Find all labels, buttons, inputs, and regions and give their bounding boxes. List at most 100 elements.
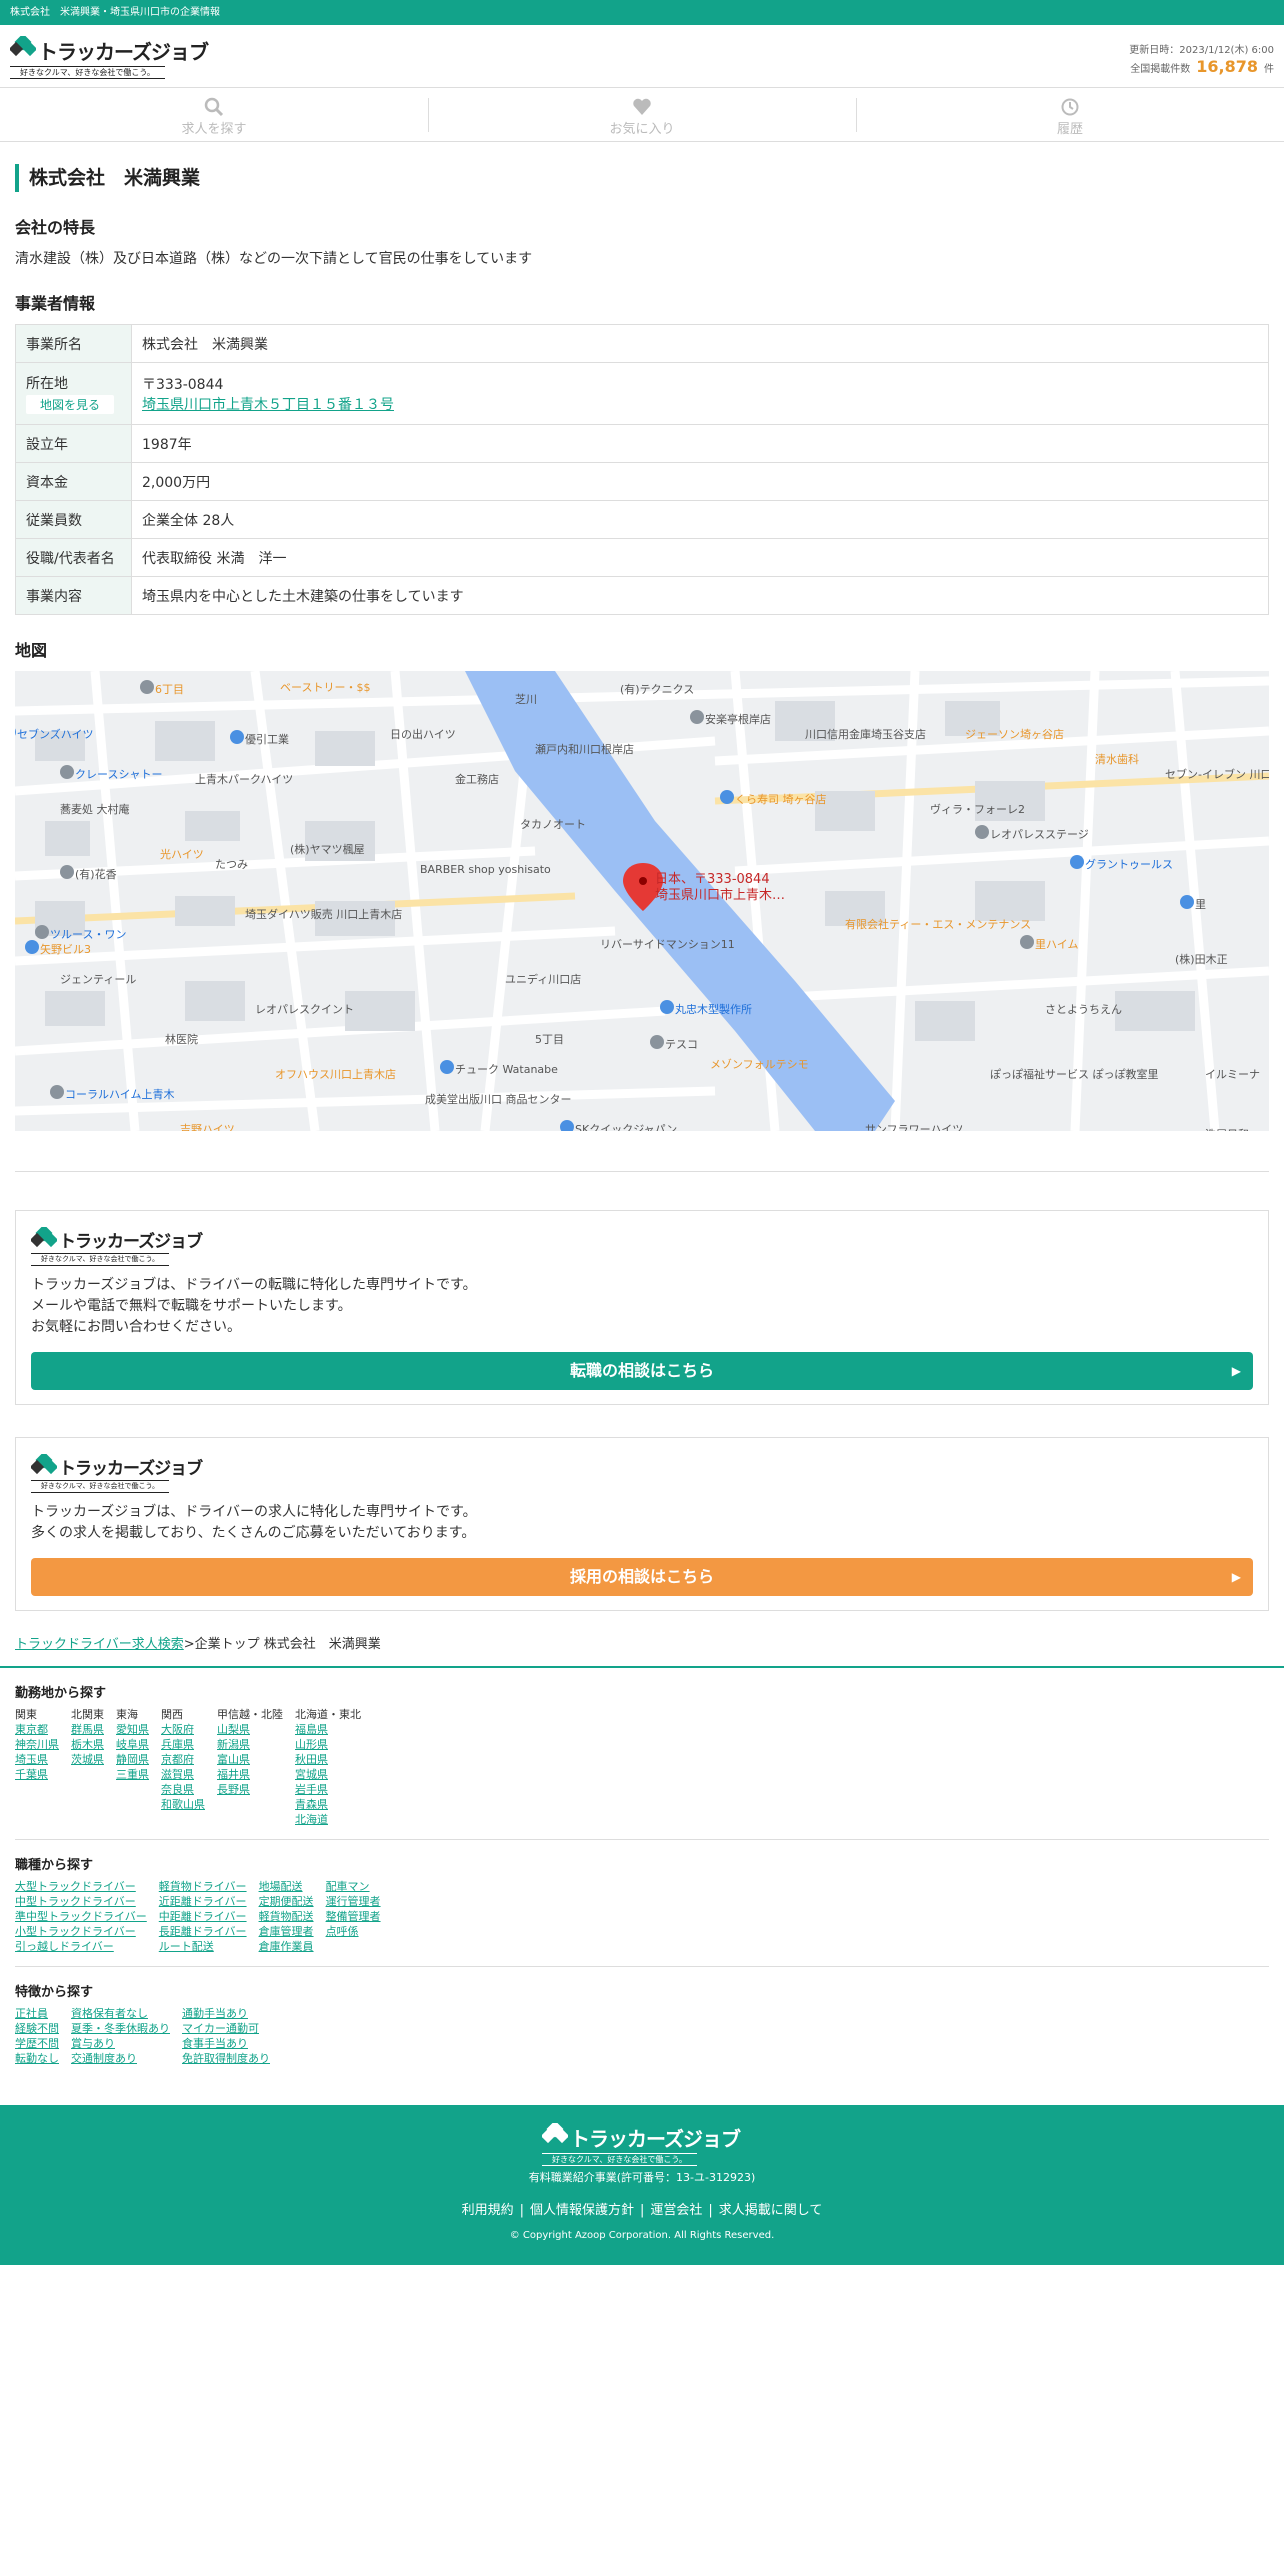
map-canvas[interactable]: 日本、〒333-0844 埼玉県川口市上青木… 6丁目 ベーストリー・$$ (有)テ…	[15, 671, 1269, 1131]
area-link[interactable]: 三重県	[116, 1767, 149, 1782]
job-link[interactable]: 引っ越しドライバー	[15, 1939, 147, 1954]
job-link[interactable]: ルート配送	[159, 1939, 247, 1954]
feature-link[interactable]: 通勤手当あり	[182, 2006, 270, 2021]
job-link[interactable]: 長距離ドライバー	[159, 1924, 247, 1939]
map-poi-icon[interactable]	[720, 790, 734, 804]
job-link[interactable]: 点呼係	[326, 1924, 381, 1939]
map-place-label[interactable]: 矢野ビル3	[40, 942, 91, 956]
map-poi-icon[interactable]	[25, 940, 39, 954]
map-poi-icon[interactable]	[35, 925, 49, 939]
area-link[interactable]: 兵庫県	[161, 1737, 205, 1752]
area-link[interactable]: 大阪府	[161, 1722, 205, 1737]
area-link[interactable]: 栃木県	[71, 1737, 104, 1752]
address-link[interactable]: 埼玉県川口市上青木５丁目１５番１３号	[142, 397, 394, 413]
map-poi-icon[interactable]	[975, 825, 989, 839]
area-link[interactable]: 宮城県	[295, 1767, 361, 1782]
area-link[interactable]: 神奈川県	[15, 1737, 59, 1752]
map-place-label[interactable]: イルミーナ	[1205, 1068, 1260, 1081]
job-link[interactable]: 中型トラックドライバー	[15, 1894, 147, 1909]
job-link[interactable]: 中距離ドライバー	[159, 1909, 247, 1924]
map-place-label[interactable]: メゾンフォルテシモ	[710, 1058, 809, 1071]
feature-link[interactable]: 夏季・冬季休暇あり	[71, 2021, 170, 2036]
breadcrumb-link[interactable]: トラックドライバー求人検索	[15, 1637, 184, 1652]
map-place-label[interactable]: タカノオート	[520, 818, 586, 831]
map-poi-icon[interactable]	[1180, 895, 1194, 909]
map-place-label[interactable]: ヴィラ・フォーレ2	[930, 802, 1025, 816]
map-poi-icon[interactable]	[650, 1035, 664, 1049]
map-place-label[interactable]: さとようちえん	[1045, 1003, 1122, 1016]
job-link[interactable]: 地場配送	[259, 1879, 314, 1894]
footer-link-terms[interactable]: 利用規約	[456, 2203, 520, 2218]
job-link[interactable]: 整備管理者	[326, 1909, 381, 1924]
map-place-label[interactable]: ジェーソン埼ヶ谷店	[965, 727, 1064, 741]
map-place-label[interactable]: 安楽亭根岸店	[705, 712, 771, 726]
map-place-label[interactable]: ベーストリー・$$	[280, 681, 370, 694]
job-link[interactable]: 近距離ドライバー	[159, 1894, 247, 1909]
feature-link[interactable]: 資格保有者なし	[71, 2006, 170, 2021]
view-map-button[interactable]: 地図を見る	[26, 395, 115, 414]
footer-link-listing[interactable]: 求人掲載に関して	[713, 2203, 829, 2218]
area-link[interactable]: 静岡県	[116, 1752, 149, 1767]
map-place-label[interactable]: クレースシャトー	[75, 768, 162, 781]
feature-link[interactable]: 賞与あり	[71, 2036, 170, 2051]
map-place-label[interactable]: ジェンティール	[60, 973, 136, 986]
area-link[interactable]: 滋賀県	[161, 1767, 205, 1782]
map-place-label[interactable]: くら寿司 埼ヶ谷店	[735, 792, 827, 806]
map-poi-icon[interactable]	[60, 765, 74, 779]
area-link[interactable]: 岩手県	[295, 1782, 361, 1797]
embedded-map[interactable]: 日本、〒333-0844 埼玉県川口市上青木… 6丁目 ベーストリー・$$ (有)テ…	[15, 671, 1269, 1131]
area-link[interactable]: 千葉県	[15, 1767, 59, 1782]
map-place-label[interactable]: (株)ヤマツ楓屋	[290, 842, 365, 856]
feature-link[interactable]: 経験不問	[15, 2021, 59, 2036]
site-logo[interactable]: トラッカーズジョブ 好きなクルマ、好きな会社で働こう。	[10, 34, 210, 80]
career-consult-button[interactable]: 転職の相談はこちら ▶	[31, 1352, 1253, 1390]
map-poi-icon[interactable]	[15, 725, 16, 739]
map-place-label[interactable]: レオパレスクイント	[255, 1003, 354, 1016]
map-place-label[interactable]: チューク Watanabe	[455, 1063, 558, 1076]
area-link[interactable]: 京都府	[161, 1752, 205, 1767]
map-poi-icon[interactable]	[560, 1120, 574, 1131]
map-place-label[interactable]: 吉野ハイツ	[180, 1123, 235, 1131]
map-place-label[interactable]: 成美堂出版川口 商品センター	[425, 1092, 572, 1106]
area-link[interactable]: 群馬県	[71, 1722, 104, 1737]
map-place-label[interactable]: (有)花香	[75, 867, 117, 881]
footer-link-privacy[interactable]: 個人情報保護方針	[524, 2203, 640, 2218]
map-place-label[interactable]: グラントゥールス	[1085, 857, 1173, 871]
map-place-label[interactable]: セブン-イレブン 川口里中央店	[1165, 767, 1269, 781]
map-place-label[interactable]: オフハウス川口上青木店	[275, 1067, 396, 1081]
job-link[interactable]: 倉庫管理者	[259, 1924, 314, 1939]
map-poi-icon[interactable]	[660, 1000, 674, 1014]
map-place-label[interactable]: リバーサイドマンション11	[600, 938, 735, 951]
map-place-label[interactable]: 上青木パークハイツ	[195, 773, 293, 786]
map-place-label[interactable]: 優引工業	[245, 732, 289, 746]
map-poi-icon[interactable]	[230, 730, 244, 744]
feature-link[interactable]: 免許取得制度あり	[182, 2051, 270, 2066]
hiring-consult-button[interactable]: 採用の相談はこちら ▶	[31, 1558, 1253, 1596]
map-place-label[interactable]: (株)田木正	[1175, 952, 1228, 966]
map-place-label[interactable]: 光ハイツ	[160, 847, 204, 861]
map-place-label[interactable]: たつみ	[215, 858, 248, 871]
map-place-label[interactable]: ぽっぽ福祉サービス ぽっぽ教室里	[990, 1067, 1159, 1081]
map-place-label[interactable]: 有限会社ティー・エス・メンテナンス	[845, 917, 1031, 931]
area-link[interactable]: 長野県	[217, 1782, 283, 1797]
area-link[interactable]: 福井県	[217, 1767, 283, 1782]
footer-logo[interactable]: トラッカーズジョブ 好きなクルマ、好きな会社で働こう。	[542, 2121, 742, 2166]
feature-link[interactable]: 交通制度あり	[71, 2051, 170, 2066]
job-link[interactable]: 運行管理者	[326, 1894, 381, 1909]
map-poi-icon[interactable]	[690, 710, 704, 724]
nav-favorite[interactable]: お気に入り	[428, 88, 856, 141]
area-link[interactable]: 新潟県	[217, 1737, 283, 1752]
map-place-label[interactable]: 5丁目	[535, 1033, 564, 1046]
map-place-label[interactable]: 丸忠木型製作所	[675, 1002, 752, 1016]
map-place-label[interactable]: テスコ	[665, 1038, 698, 1051]
area-link[interactable]: 岐阜県	[116, 1737, 149, 1752]
footer-link-company[interactable]: 運営会社	[644, 2203, 708, 2218]
map-place-label[interactable]: ツルース・ワン	[50, 928, 126, 941]
map-poi-icon[interactable]	[440, 1060, 454, 1074]
map-place-label[interactable]: 日の出ハイツ	[390, 727, 456, 741]
job-link[interactable]: 定期便配送	[259, 1894, 314, 1909]
map-place-label[interactable]: 蕎麦処 大村庵	[60, 802, 130, 816]
map-place-label[interactable]: SKクイックジャパン	[575, 1123, 677, 1131]
job-link[interactable]: 軽貨物配送	[259, 1909, 314, 1924]
feature-link[interactable]: 食事手当あり	[182, 2036, 270, 2051]
